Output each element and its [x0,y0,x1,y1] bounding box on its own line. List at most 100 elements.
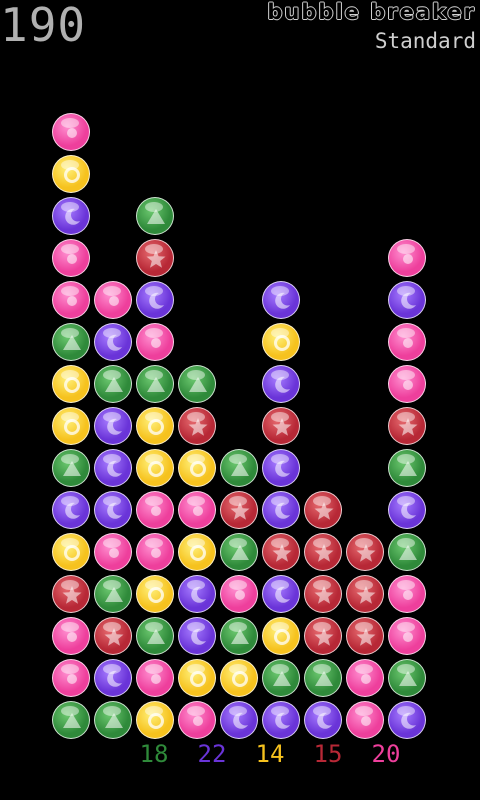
red-bubble[interactable] [304,533,342,571]
green-bubble[interactable] [52,701,90,739]
pink-bubble[interactable] [52,281,90,319]
yellow-bubble[interactable] [52,365,90,403]
pink-bubble[interactable] [178,701,216,739]
green-bubble[interactable] [388,533,426,571]
green-bubble[interactable] [94,575,132,613]
yellow-bubble[interactable] [52,533,90,571]
yellow-bubble[interactable] [52,407,90,445]
bubble-highlight [313,664,331,674]
red-bubble[interactable] [304,617,342,655]
purple-bubble[interactable] [304,701,342,739]
red-bubble[interactable] [262,407,300,445]
yellow-bubble[interactable] [136,701,174,739]
red-bubble[interactable] [346,575,384,613]
yellow-bubble[interactable] [136,407,174,445]
bubble-highlight [103,580,121,590]
bubble-highlight [103,454,121,464]
pink-bubble[interactable] [136,491,174,529]
yellow-bubble[interactable] [52,155,90,193]
yellow-bubble[interactable] [220,659,258,697]
pink-bubble[interactable] [388,617,426,655]
purple-bubble[interactable] [178,617,216,655]
pink-bubble[interactable] [388,575,426,613]
pink-bubble[interactable] [52,659,90,697]
red-bubble[interactable] [136,239,174,277]
red-bubble[interactable] [52,575,90,613]
bubble-board[interactable] [0,0,480,800]
pink-bubble[interactable] [94,533,132,571]
purple-bubble[interactable] [262,491,300,529]
yellow-bubble[interactable] [262,323,300,361]
green-bubble[interactable] [304,659,342,697]
bubble-highlight [103,370,121,380]
green-bubble[interactable] [52,323,90,361]
red-bubble[interactable] [388,407,426,445]
red-bubble[interactable] [94,617,132,655]
bubble-highlight [145,622,163,632]
yellow-bubble[interactable] [136,575,174,613]
purple-bubble[interactable] [262,365,300,403]
pink-bubble[interactable] [178,491,216,529]
purple-bubble[interactable] [262,575,300,613]
pink-bubble[interactable] [136,533,174,571]
yellow-bubble[interactable] [178,533,216,571]
green-bubble[interactable] [136,197,174,235]
purple-bubble[interactable] [52,491,90,529]
purple-bubble[interactable] [262,281,300,319]
purple-bubble[interactable] [94,407,132,445]
purple-bubble[interactable] [52,197,90,235]
green-bubble[interactable] [262,659,300,697]
purple-bubble[interactable] [388,281,426,319]
green-bubble[interactable] [52,449,90,487]
yellow-bubble[interactable] [178,659,216,697]
red-count: 15 [313,740,343,768]
red-bubble[interactable] [262,533,300,571]
purple-bubble[interactable] [178,575,216,613]
pink-bubble[interactable] [220,575,258,613]
green-bubble[interactable] [136,617,174,655]
green-bubble[interactable] [94,365,132,403]
purple-bubble[interactable] [94,491,132,529]
pink-bubble[interactable] [388,323,426,361]
pink-bubble[interactable] [136,659,174,697]
purple-bubble[interactable] [262,449,300,487]
green-bubble[interactable] [220,617,258,655]
yellow-bubble[interactable] [262,617,300,655]
pink-bubble[interactable] [136,323,174,361]
bubble-highlight [103,622,121,632]
yellow-bubble[interactable] [136,449,174,487]
green-bubble[interactable] [388,659,426,697]
red-bubble[interactable] [220,491,258,529]
pink-bubble[interactable] [346,701,384,739]
purple-bubble[interactable] [136,281,174,319]
purple-bubble[interactable] [94,323,132,361]
pink-bubble[interactable] [52,113,90,151]
purple-bubble[interactable] [94,659,132,697]
red-bubble[interactable] [346,533,384,571]
pink-bubble[interactable] [388,239,426,277]
purple-bubble[interactable] [94,449,132,487]
bubble-highlight [229,454,247,464]
green-bubble[interactable] [136,365,174,403]
pink-bubble[interactable] [388,365,426,403]
purple-bubble[interactable] [388,491,426,529]
pink-bubble[interactable] [346,659,384,697]
red-bubble[interactable] [346,617,384,655]
green-bubble[interactable] [220,533,258,571]
red-bubble[interactable] [304,491,342,529]
green-bubble[interactable] [94,701,132,739]
green-bubble[interactable] [388,449,426,487]
purple-bubble[interactable] [220,701,258,739]
green-bubble[interactable] [178,365,216,403]
red-bubble[interactable] [304,575,342,613]
pink-bubble[interactable] [94,281,132,319]
red-bubble[interactable] [178,407,216,445]
pink-bubble[interactable] [52,239,90,277]
yellow-bubble[interactable] [178,449,216,487]
bubble-highlight [397,622,415,632]
purple-bubble[interactable] [262,701,300,739]
bubble-highlight [187,454,205,464]
green-bubble[interactable] [220,449,258,487]
pink-bubble[interactable] [52,617,90,655]
purple-bubble[interactable] [388,701,426,739]
